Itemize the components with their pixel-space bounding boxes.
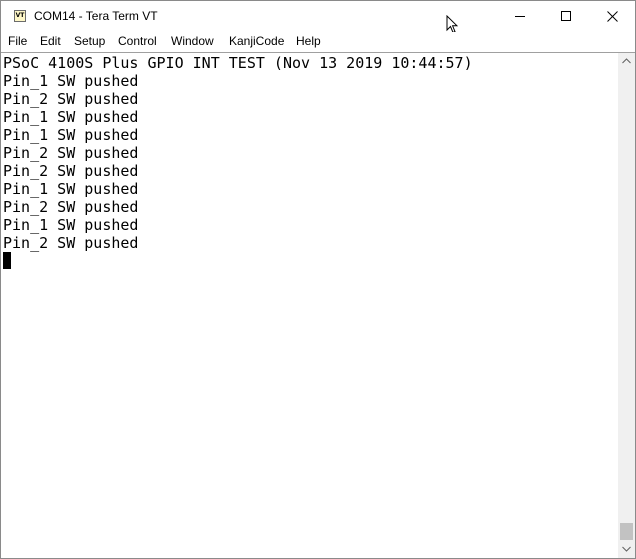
menu-window[interactable]: Window	[171, 34, 214, 48]
close-button[interactable]	[589, 1, 635, 32]
scroll-thumb[interactable]	[620, 523, 633, 540]
scroll-up-button[interactable]	[618, 53, 635, 70]
terminal-line: Pin_2 SW pushed	[3, 90, 139, 108]
menu-help[interactable]: Help	[296, 34, 321, 48]
menu-control[interactable]: Control	[118, 34, 157, 48]
terminal-line: Pin_2 SW pushed	[3, 144, 139, 162]
chevron-up-icon	[622, 58, 631, 64]
menu-file[interactable]: File	[8, 34, 27, 48]
minimize-icon	[515, 16, 525, 17]
window-title: COM14 - Tera Term VT	[34, 9, 158, 23]
terminal-line: Pin_1 SW pushed	[3, 108, 139, 126]
close-icon	[607, 11, 618, 22]
terminal-line: Pin_1 SW pushed	[3, 180, 139, 198]
menu-edit[interactable]: Edit	[40, 34, 61, 48]
maximize-icon	[561, 11, 571, 21]
vertical-scrollbar[interactable]	[618, 53, 635, 558]
menu-setup[interactable]: Setup	[74, 34, 105, 48]
text-cursor	[3, 252, 11, 269]
terminal-line: Pin_1 SW pushed	[3, 72, 139, 90]
scroll-down-button[interactable]	[618, 541, 635, 558]
terminal-area[interactable]: PSoC 4100S Plus GPIO INT TEST (Nov 13 20…	[1, 53, 618, 558]
tera-term-vt-icon[interactable]: VT	[14, 10, 26, 22]
terminal-line: Pin_2 SW pushed	[3, 198, 139, 216]
terminal-line: Pin_2 SW pushed	[3, 162, 139, 180]
maximize-button[interactable]	[543, 1, 589, 32]
menu-bar: File Edit Setup Control Window KanjiCode…	[1, 32, 635, 51]
terminal-line: Pin_1 SW pushed	[3, 126, 139, 144]
title-bar[interactable]: VT COM14 - Tera Term VT	[1, 1, 635, 34]
chevron-down-icon	[622, 546, 631, 552]
terminal-line: PSoC 4100S Plus GPIO INT TEST (Nov 13 20…	[3, 54, 473, 72]
menu-kanjicode[interactable]: KanjiCode	[229, 34, 284, 48]
minimize-button[interactable]	[497, 1, 543, 32]
terminal-line: Pin_2 SW pushed	[3, 234, 139, 252]
terminal-line: Pin_1 SW pushed	[3, 216, 139, 234]
tera-term-window: VT COM14 - Tera Term VT File Edit Setup …	[0, 0, 636, 559]
